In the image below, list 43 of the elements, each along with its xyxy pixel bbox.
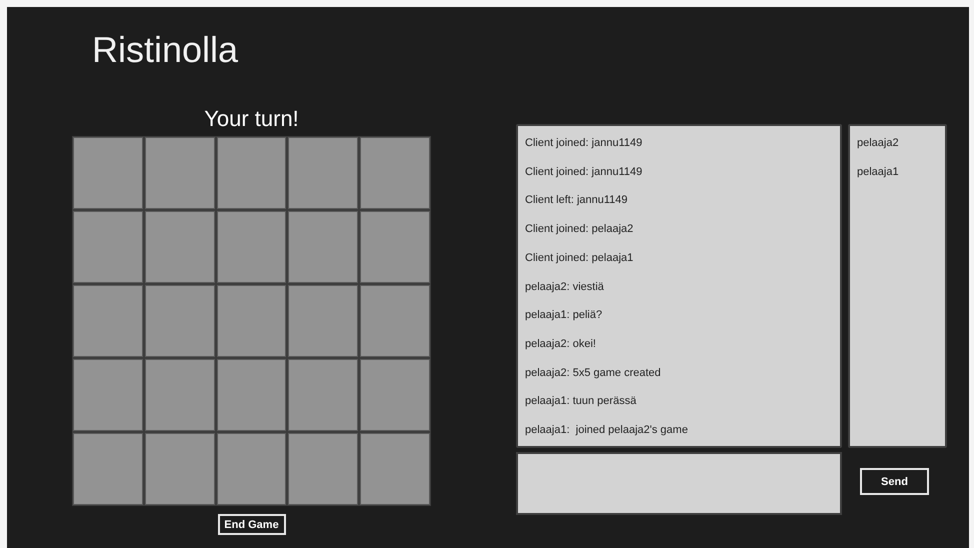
chat-message: Client joined: pelaaja1 — [525, 250, 634, 266]
board-cell[interactable] — [216, 137, 286, 209]
board-cell[interactable] — [144, 359, 215, 431]
app-title: Ristinolla — [92, 28, 238, 72]
board-cell[interactable] — [144, 211, 215, 283]
board-cell[interactable] — [73, 211, 143, 283]
chat-message: pelaaja2: 5x5 game created — [525, 366, 662, 381]
end-game-button[interactable]: End Game — [218, 514, 286, 535]
chat-message: pelaaja1: peliä? — [525, 308, 604, 324]
board-cell[interactable] — [73, 137, 143, 209]
chat-message: pelaaja1: joined pelaaja2's game — [525, 423, 689, 438]
board-cell[interactable] — [144, 433, 215, 505]
board-cell[interactable] — [73, 285, 143, 357]
board-cell[interactable] — [360, 285, 430, 357]
board-cell[interactable] — [288, 211, 358, 283]
board-cell[interactable] — [360, 433, 430, 505]
user-item[interactable]: pelaaja2 — [857, 129, 938, 158]
board-cell[interactable] — [216, 211, 286, 283]
board-cell[interactable] — [73, 359, 143, 431]
chat-message: Client left: jannu1149 — [525, 193, 629, 208]
send-button[interactable]: Send — [860, 468, 929, 495]
board-cell[interactable] — [288, 359, 358, 431]
board-cell[interactable] — [360, 211, 430, 283]
message-input-field[interactable] — [516, 452, 842, 515]
chat-message: Client joined: jannu1149 — [525, 136, 644, 151]
board-cell[interactable] — [360, 137, 430, 209]
board-cell[interactable] — [288, 285, 358, 357]
turn-status: Your turn! — [204, 105, 299, 133]
chat-message: Client joined: pelaaja2 — [525, 222, 634, 238]
chat-message: pelaaja2: viestiä — [525, 280, 605, 295]
board-cell[interactable] — [216, 359, 286, 431]
board-cell[interactable] — [216, 285, 286, 357]
board-cell[interactable] — [288, 433, 358, 505]
board-cell[interactable] — [360, 359, 430, 431]
user-item[interactable]: pelaaja1 — [857, 158, 938, 186]
chat-message: pelaaja1: tuun perässä — [525, 394, 638, 410]
board-cell[interactable] — [216, 433, 286, 505]
chat-message: Client joined: jannu1149 — [525, 164, 644, 180]
board-cell[interactable] — [288, 137, 358, 209]
board-cell[interactable] — [73, 433, 143, 505]
chat-message: pelaaja2: okei! — [525, 336, 597, 352]
board-cell[interactable] — [144, 285, 215, 357]
board-cell[interactable] — [144, 137, 215, 209]
